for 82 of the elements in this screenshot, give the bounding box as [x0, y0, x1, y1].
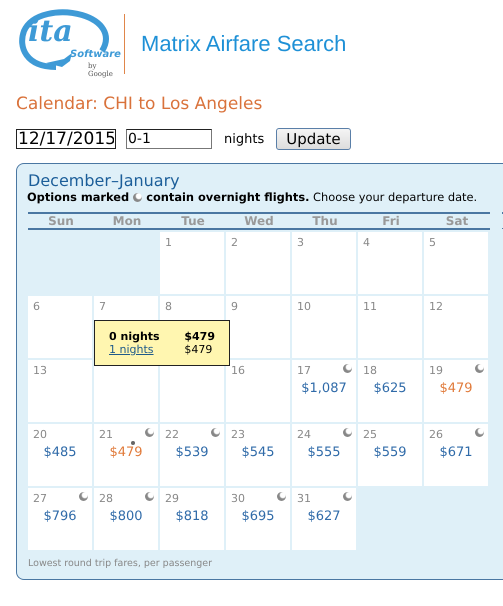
- day-number: 13: [33, 364, 47, 377]
- day-cell[interactable]: 19 $479: [424, 360, 488, 422]
- fare-price[interactable]: $559: [358, 445, 422, 460]
- day-number: 17: [297, 364, 311, 377]
- tooltip-price: $479: [184, 330, 215, 343]
- fare-price[interactable]: $625: [358, 381, 422, 396]
- day-cell[interactable]: 29 $818: [160, 488, 224, 550]
- fare-price[interactable]: $479: [94, 445, 158, 460]
- weekday-header: Sun: [47, 214, 75, 228]
- nights-label: nights: [224, 132, 264, 146]
- update-button[interactable]: Update: [276, 128, 351, 150]
- day-cell[interactable]: 18 $625: [358, 360, 422, 422]
- day-cell[interactable]: 27 $796: [28, 488, 92, 550]
- day-number: 8: [165, 300, 172, 313]
- fare-price[interactable]: $479: [424, 381, 488, 396]
- app-title: Matrix Airfare Search: [141, 31, 346, 57]
- weekday-header: Tue: [180, 214, 206, 228]
- tooltip-price: $479: [184, 343, 214, 356]
- day-number: 19: [429, 364, 443, 377]
- day-number: 27: [33, 492, 47, 505]
- weekday-header: Wed: [243, 214, 275, 228]
- day-cell[interactable]: 31 $627: [292, 488, 356, 550]
- day-cell[interactable]: 20 $485: [28, 424, 92, 486]
- day-number: 4: [363, 236, 370, 249]
- nights-link[interactable]: 1 nights: [109, 343, 160, 356]
- day-number: 3: [297, 236, 304, 249]
- day-number: 16: [231, 364, 245, 377]
- fare-price[interactable]: $539: [160, 445, 224, 460]
- fare-price[interactable]: $796: [28, 509, 92, 524]
- weekday-header: Mon: [112, 214, 142, 228]
- fare-price[interactable]: $671: [424, 445, 488, 460]
- legend-text: Options marked: [27, 190, 130, 204]
- footnote: Lowest round trip fares, per passenger: [28, 558, 212, 569]
- fare-price[interactable]: $1,087: [292, 381, 356, 396]
- fare-price[interactable]: $695: [226, 509, 290, 524]
- day-cell[interactable]: 28 $800: [94, 488, 158, 550]
- day-number: 31: [297, 492, 311, 505]
- day-number: 30: [231, 492, 245, 505]
- weekday-header: Fri: [381, 214, 401, 228]
- fare-price[interactable]: $555: [292, 445, 356, 460]
- fare-price[interactable]: $800: [94, 509, 158, 524]
- day-number: 18: [363, 364, 377, 377]
- day-cell[interactable]: 17 $1,087: [292, 360, 356, 422]
- day-number: 10: [297, 300, 311, 313]
- day-number: 6: [33, 300, 40, 313]
- day-number: 25: [363, 428, 377, 441]
- day-cell[interactable]: 24 $555: [292, 424, 356, 486]
- day-number: 2: [231, 236, 238, 249]
- weekday-header: Thu: [311, 214, 339, 228]
- day-number: 20: [33, 428, 47, 441]
- day-number: 23: [231, 428, 245, 441]
- calendar-title: December–January: [28, 172, 181, 190]
- fare-price[interactable]: $485: [28, 445, 92, 460]
- logo-wordmark: Software: [70, 49, 121, 60]
- day-cell[interactable]: 26 $671: [424, 424, 488, 486]
- day-cell[interactable]: 22 $539: [160, 424, 224, 486]
- day-cell[interactable]: 23 $545: [226, 424, 290, 486]
- day-number: 11: [363, 300, 377, 313]
- day-cell[interactable]: 25 $559: [358, 424, 422, 486]
- overnight-icon: [133, 192, 142, 202]
- day-number: 12: [429, 300, 443, 313]
- day-cell[interactable]: 21 $479: [94, 424, 158, 486]
- weekday-header: Sat: [444, 214, 470, 228]
- day-number: 9: [231, 300, 238, 313]
- day-number: 5: [429, 236, 436, 249]
- nights-option: 0 nights: [109, 330, 160, 343]
- day-number: 24: [297, 428, 311, 441]
- day-number: 21: [99, 428, 113, 441]
- fare-price[interactable]: $545: [226, 445, 290, 460]
- day-cell[interactable]: 30 $695: [226, 488, 290, 550]
- logo-mark: ita: [28, 17, 73, 47]
- day-number: 29: [165, 492, 179, 505]
- fare-price[interactable]: $627: [292, 509, 356, 524]
- fare-price[interactable]: $818: [160, 509, 224, 524]
- day-number: 26: [429, 428, 443, 441]
- legend-text: contain overnight flights. Choose your departure date.: [146, 190, 478, 204]
- day-number: 1: [165, 236, 172, 249]
- day-number: 28: [99, 492, 113, 505]
- page-title: Calendar: CHI to Los Angeles: [16, 94, 264, 114]
- nights-field[interactable]: 0-1: [126, 129, 212, 149]
- day-number: 22: [165, 428, 179, 441]
- day-number: 7: [99, 300, 106, 313]
